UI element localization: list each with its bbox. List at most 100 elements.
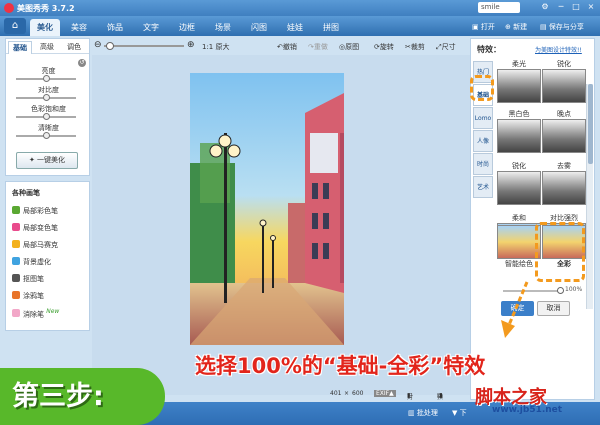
pen-icon (12, 291, 20, 299)
effect-black-white[interactable]: 黑白色 (497, 109, 541, 153)
brush-item-cutout[interactable]: 抠图笔 (12, 274, 44, 284)
design-effects-link[interactable]: 为美图设计特效!! (535, 45, 582, 54)
scrollbar-thumb[interactable] (588, 84, 593, 164)
category-portrait[interactable]: 人像 (473, 130, 493, 152)
adjust-panel: 基础 高级 调色 ↺ 亮度 对比度 色彩饱和度 清晰度 ✦ 一键美化 (5, 38, 90, 176)
street-photo-image (190, 73, 344, 345)
saturation-slider[interactable] (16, 113, 76, 120)
brush-panel: 各种画笔 局部彩色笔 局部变色笔 局部马赛克 背景虚化 抠图笔 涂鸦笔 消除笔 … (5, 181, 90, 331)
edited-photo[interactable] (190, 73, 344, 345)
download-icon: ▼ (452, 409, 458, 417)
exif-button[interactable]: EXIF▲ (374, 390, 396, 397)
intensity-knob[interactable] (557, 287, 564, 294)
slider-knob[interactable] (42, 75, 50, 82)
subtab-color[interactable]: 调色 (62, 41, 86, 54)
original-image-button[interactable]: ◎原图 (339, 42, 359, 52)
sparkle-icon: ✦ (28, 156, 35, 164)
step-label: 第三步: (0, 368, 165, 425)
effect-soft-light[interactable]: 柔光 (497, 59, 541, 103)
open-button[interactable]: ▣ 打开 (472, 22, 495, 32)
redo-button[interactable]: ↷重做 (308, 42, 328, 52)
original-size-button[interactable]: 1:1 原大 (202, 42, 230, 52)
brush-item-partial-color[interactable]: 局部彩色笔 (12, 206, 58, 216)
next-button[interactable]: ▼ 下 (452, 408, 467, 418)
image-canvas[interactable] (92, 55, 470, 395)
brightness-slider[interactable] (16, 75, 76, 82)
subtab-basic[interactable]: 基础 (8, 41, 32, 54)
effect-evening[interactable]: 晚点 (542, 109, 586, 153)
settings-icon[interactable]: ⚙ (540, 2, 550, 12)
effects-title: 特效： (477, 45, 501, 54)
tab-text[interactable]: 文字 (136, 19, 166, 36)
instruction-caption: 选择100%的“基础-全彩”特效 (195, 354, 486, 378)
slider-knob[interactable] (42, 132, 50, 139)
brush-item-eraser[interactable]: 消除笔 New (12, 308, 59, 319)
tab-accessories[interactable]: 饰品 (100, 19, 130, 36)
tab-beautify[interactable]: 美化 (30, 19, 60, 36)
effect-thumbnail (497, 171, 541, 205)
save-icon: ▤ (540, 23, 547, 31)
rotate-button[interactable]: ⟳旋转 (374, 42, 394, 52)
effects-scrollbar[interactable] (586, 84, 593, 309)
zoom-in-icon[interactable]: ⊕ (187, 40, 195, 50)
batch-process-button[interactable]: ▥ 批处理 (408, 408, 438, 418)
image-width: 401 (330, 390, 342, 397)
tab-scene[interactable]: 场景 (208, 19, 238, 36)
brush-item-mosaic[interactable]: 局部马赛克 (12, 240, 58, 250)
home-icon[interactable]: ⌂ (4, 18, 26, 34)
cancel-button[interactable]: 取消 (537, 301, 570, 316)
tab-border[interactable]: 边框 (172, 19, 202, 36)
maximize-button[interactable]: □ (571, 2, 581, 12)
site-watermark-url: www.jb51.net (492, 405, 563, 415)
slider-knob[interactable] (42, 113, 50, 120)
effect-defog[interactable]: 去雾 (542, 161, 586, 205)
resize-button[interactable]: ⤢尺寸 (436, 42, 456, 52)
highlight-basic-category (470, 75, 494, 101)
category-lomo[interactable]: Lomo (473, 107, 493, 129)
new-badge: New (46, 308, 60, 315)
folder-icon: ▣ (472, 23, 479, 31)
tab-flash[interactable]: 闪图 (244, 19, 274, 36)
brush-item-background-blur[interactable]: 背景虚化 (12, 257, 51, 267)
saturation-label: 色彩饱和度 (31, 105, 66, 113)
brush-item-partial-recolor[interactable]: 局部变色笔 (12, 223, 58, 233)
dimension-separator: × (344, 390, 350, 397)
zoom-out-icon[interactable]: ⊖ (94, 40, 102, 50)
mosaic-icon (12, 240, 20, 248)
brush-icon (12, 223, 20, 231)
title-bar: 美图秀秀 3.7.2 smile ⚙ ─ □ × (0, 0, 600, 16)
contrast-slider[interactable] (16, 94, 76, 101)
slider-knob[interactable] (42, 94, 50, 101)
zoom-knob[interactable] (106, 42, 114, 50)
brush-panel-title: 各种画笔 (12, 189, 40, 197)
contrast-label: 对比度 (38, 86, 59, 94)
sharpness-slider[interactable] (16, 132, 76, 139)
effect-thumbnail (542, 69, 586, 103)
close-button[interactable]: × (586, 2, 596, 12)
eraser-icon (12, 309, 20, 318)
minimize-button[interactable]: ─ (556, 2, 566, 12)
undo-button[interactable]: ↶撤销 (277, 42, 297, 52)
new-button[interactable]: ⊕ 新建 (505, 22, 527, 32)
zoom-slider[interactable] (104, 42, 184, 50)
one-click-beautify-button[interactable]: ✦ 一键美化 (16, 152, 78, 169)
brush-icon (12, 206, 20, 214)
brush-item-doodle[interactable]: 涂鸦笔 (12, 291, 44, 301)
subtab-advanced[interactable]: 高级 (35, 41, 59, 54)
blur-icon (12, 257, 20, 265)
effect-thumbnail (542, 171, 586, 205)
tab-doll[interactable]: 娃娃 (280, 19, 310, 36)
user-field[interactable]: smile (478, 2, 520, 13)
category-art[interactable]: 艺术 (473, 176, 493, 198)
category-fashion[interactable]: 时尚 (473, 153, 493, 175)
tab-beauty[interactable]: 美容 (64, 19, 94, 36)
batch-icon: ▥ (408, 409, 415, 417)
intensity-value: 100% (565, 286, 583, 293)
tab-collage[interactable]: 拼图 (316, 19, 346, 36)
crop-button[interactable]: ✂裁剪 (405, 42, 425, 52)
highlight-full-color-effect (535, 222, 585, 282)
save-share-button[interactable]: ▤ 保存与分享 (540, 22, 584, 32)
image-height: 600 (352, 390, 364, 397)
effect-sharpen-2[interactable]: 锐化 (497, 161, 541, 205)
effect-sharpen-1[interactable]: 锐化 (542, 59, 586, 103)
